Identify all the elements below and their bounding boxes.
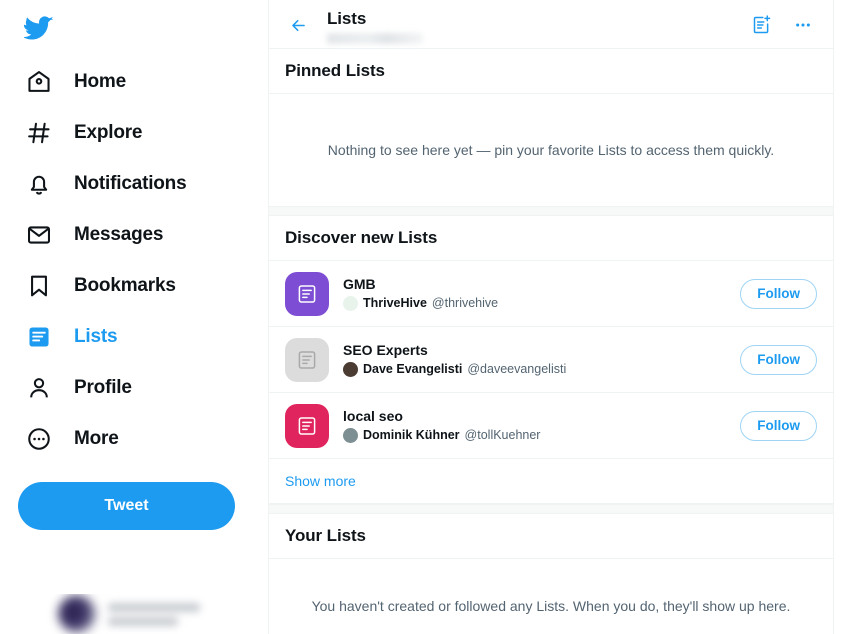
sidebar-item-lists[interactable]: Lists: [14, 311, 268, 362]
bell-icon: [24, 169, 54, 199]
list-avatar: [285, 271, 329, 316]
back-arrow-icon: [289, 16, 308, 40]
sidebar-item-label: Notifications: [74, 172, 187, 194]
account-switcher[interactable]: [18, 594, 250, 634]
list-avatar: [285, 403, 329, 448]
list-name: GMB: [343, 276, 376, 292]
list-item[interactable]: SEO Experts Dave Evangelisti @daveevange…: [269, 327, 833, 393]
sidebar-item-profile[interactable]: Profile: [14, 362, 268, 413]
sidebar-item-label: Home: [74, 70, 126, 92]
follow-button[interactable]: Follow: [740, 278, 817, 309]
follow-button[interactable]: Follow: [740, 344, 817, 375]
sidebar-item-label: Explore: [74, 121, 143, 143]
sidebar-nav: Home Explore Notifications Messages Book…: [14, 56, 268, 464]
more-circle-icon: [24, 424, 54, 454]
person-icon: [24, 373, 54, 403]
twitter-logo[interactable]: [14, 0, 268, 56]
list-doc-icon: [298, 284, 316, 303]
account-name-redacted: [108, 602, 200, 626]
owner-handle: @daveevangelisti: [467, 362, 567, 376]
owner-avatar: [343, 362, 358, 377]
twitter-bird-logo-icon: [24, 13, 54, 43]
new-list-icon: [751, 14, 772, 40]
sidebar-item-explore[interactable]: Explore: [14, 107, 268, 158]
section-divider-band: [269, 504, 833, 514]
list-item[interactable]: GMB ThriveHive @thrivehive Follow: [269, 261, 833, 327]
hashtag-icon: [24, 118, 54, 148]
header-subtitle-redacted: [327, 33, 423, 44]
list-meta: SEO Experts Dave Evangelisti @daveevange…: [343, 341, 740, 378]
owner-handle: @tollKuehner: [464, 428, 541, 442]
envelope-icon: [24, 220, 54, 250]
right-gutter: [834, 0, 850, 634]
your-lists-empty-text: You haven't created or followed any List…: [311, 598, 791, 614]
list-owner: ThriveHive @thrivehive: [343, 295, 740, 312]
sidebar-item-label: More: [74, 427, 119, 449]
sidebar-item-label: Bookmarks: [74, 274, 176, 296]
owner-handle: @thrivehive: [431, 296, 499, 310]
avatar: [58, 595, 96, 633]
back-button[interactable]: [281, 11, 315, 45]
owner-avatar: [343, 428, 358, 443]
pinned-lists-empty-text: Nothing to see here yet — pin your favor…: [327, 141, 775, 158]
tweet-button[interactable]: Tweet: [18, 482, 235, 530]
follow-button[interactable]: Follow: [740, 410, 817, 441]
lists-main-column: Lists Pinned Lists Nothing to see here y…: [268, 0, 834, 634]
your-lists-heading: Your Lists: [269, 514, 833, 559]
header-titles: Lists: [327, 8, 747, 44]
sidebar: Home Explore Notifications Messages Book…: [0, 0, 268, 634]
owner-name: ThriveHive: [363, 296, 427, 310]
more-options-icon: [793, 15, 813, 40]
list-doc-icon: [298, 416, 316, 435]
owner-name: Dave Evangelisti: [363, 362, 463, 376]
list-name: SEO Experts: [343, 342, 428, 358]
sidebar-item-label: Profile: [74, 376, 132, 398]
list-avatar: [285, 337, 329, 382]
create-list-button[interactable]: [747, 13, 775, 41]
list-meta: GMB ThriveHive @thrivehive: [343, 275, 740, 312]
twitter-lists-page: Home Explore Notifications Messages Book…: [0, 0, 850, 634]
list-meta: local seo Dominik Kühner @tollKuehner: [343, 407, 740, 444]
list-item[interactable]: local seo Dominik Kühner @tollKuehner Fo…: [269, 393, 833, 459]
section-divider-band: [269, 206, 833, 216]
discover-lists-heading: Discover new Lists: [269, 216, 833, 261]
sidebar-item-messages[interactable]: Messages: [14, 209, 268, 260]
sidebar-item-more[interactable]: More: [14, 413, 268, 464]
list-doc-icon: [298, 350, 316, 369]
lists-icon: [24, 322, 54, 352]
bookmark-icon: [24, 271, 54, 301]
owner-avatar: [343, 296, 358, 311]
header-actions: [747, 13, 817, 41]
pinned-lists-heading: Pinned Lists: [269, 49, 833, 94]
page-title: Lists: [327, 9, 367, 28]
owner-name: Dominik Kühner: [363, 428, 460, 442]
sidebar-item-home[interactable]: Home: [14, 56, 268, 107]
list-name: local seo: [343, 408, 403, 424]
sidebar-item-notifications[interactable]: Notifications: [14, 158, 268, 209]
list-owner: Dave Evangelisti @daveevangelisti: [343, 361, 740, 378]
more-options-button[interactable]: [789, 13, 817, 41]
list-owner: Dominik Kühner @tollKuehner: [343, 427, 740, 444]
sidebar-item-bookmarks[interactable]: Bookmarks: [14, 260, 268, 311]
show-more-link[interactable]: Show more: [269, 459, 833, 504]
sidebar-item-label: Lists: [74, 325, 118, 347]
page-header: Lists: [269, 0, 833, 49]
sidebar-item-label: Messages: [74, 223, 164, 245]
home-icon: [24, 67, 54, 97]
